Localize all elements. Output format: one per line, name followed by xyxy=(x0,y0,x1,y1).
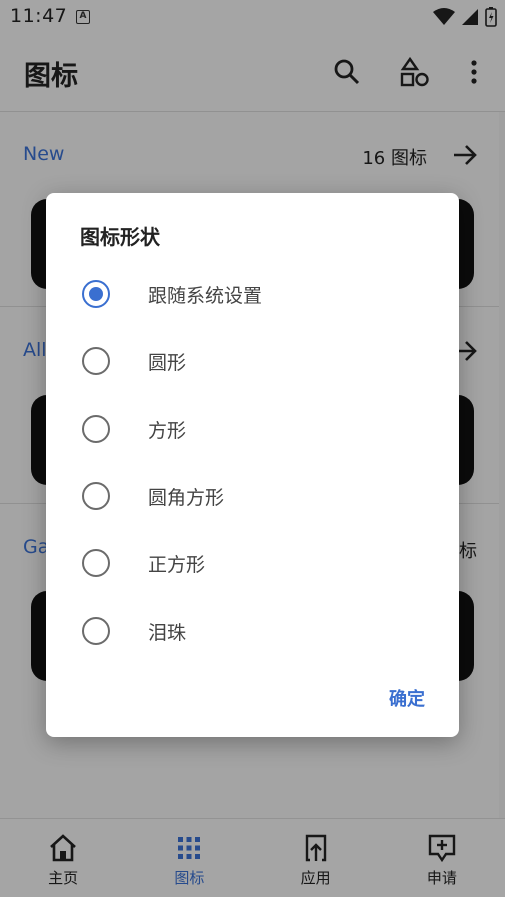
option-label: 圆形 xyxy=(148,351,187,374)
shape-option-square[interactable]: 方形 xyxy=(46,399,459,459)
shape-option-squircle[interactable]: 正方形 xyxy=(46,533,459,593)
radio-button[interactable] xyxy=(82,617,110,645)
radio-button[interactable] xyxy=(82,280,110,308)
icon-shape-dialog: 图标形状 跟随系统设置 圆形 方形 圆角方形 正方形 泪珠 确定 xyxy=(46,193,459,737)
shape-option-circle[interactable]: 圆形 xyxy=(46,331,459,391)
option-label: 圆角方形 xyxy=(148,486,225,509)
confirm-button[interactable]: 确定 xyxy=(389,685,425,711)
shape-option-teardrop[interactable]: 泪珠 xyxy=(46,601,459,661)
shape-option-rounded-square[interactable]: 圆角方形 xyxy=(46,466,459,526)
option-label: 正方形 xyxy=(148,553,206,576)
shape-option-system[interactable]: 跟随系统设置 xyxy=(46,264,459,324)
radio-button[interactable] xyxy=(82,482,110,510)
option-label: 泪珠 xyxy=(148,621,187,644)
option-label: 方形 xyxy=(148,419,187,442)
dialog-title: 图标形状 xyxy=(80,225,160,249)
radio-button[interactable] xyxy=(82,549,110,577)
radio-button[interactable] xyxy=(82,347,110,375)
radio-button[interactable] xyxy=(82,415,110,443)
option-label: 跟随系统设置 xyxy=(148,284,263,307)
